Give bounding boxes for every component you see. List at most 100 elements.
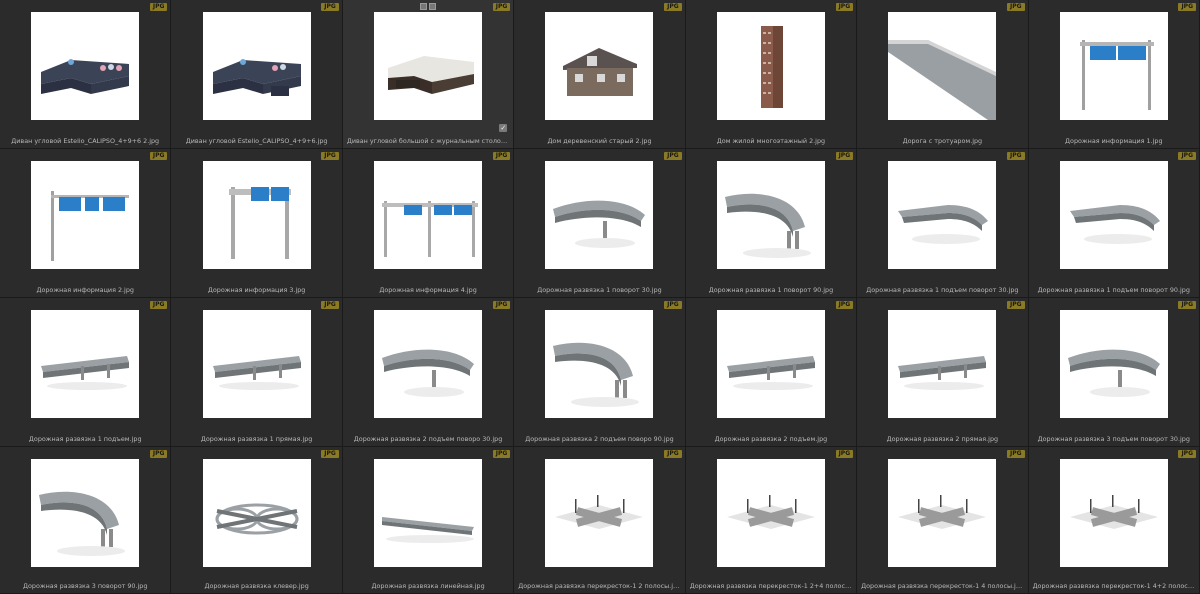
thumbnail-image[interactable] <box>202 161 311 269</box>
file-name-label: Диван угловой Estelio_CALIPSO_4+9+6.jpg <box>185 137 328 145</box>
file-type-badge: JPG <box>321 3 339 11</box>
file-name-label: Дорожная развязка 1 подъем поворот 90.jp… <box>1037 286 1190 294</box>
file-name-label: Дорожная развязка перекресток-1 4+2 поло… <box>1032 582 1199 590</box>
edit-icon[interactable] <box>429 3 437 10</box>
item-tools <box>420 3 437 10</box>
thumbnail-image[interactable] <box>31 161 140 269</box>
file-type-badge: JPG <box>1178 152 1196 160</box>
thumbnail-item[interactable]: JPG Дорожная информация 2.jpg <box>0 149 172 298</box>
thumbnail-item[interactable]: JPG Дорожная развязка линейная.jpg <box>342 447 515 594</box>
thumbnail-image[interactable] <box>374 459 483 567</box>
file-name-label: Дорожная развязка перекресток-1 2+4 поло… <box>689 582 857 590</box>
thumbnail-image[interactable] <box>31 12 140 120</box>
file-name-label: Дорожная развязка клевер.jpg <box>204 582 309 590</box>
thumbnail-image[interactable] <box>888 12 997 120</box>
thumbnail-item[interactable]: JPG Дорожная развязка 2 подъем.jpg <box>685 298 858 447</box>
thumbnail-image[interactable] <box>1059 12 1168 120</box>
thumbnail-item[interactable]: JPG Дорожная информация 4.jpg <box>342 149 515 298</box>
file-type-badge: JPG <box>149 3 168 11</box>
thumbnail-image[interactable] <box>716 161 825 269</box>
thumbnail-image[interactable] <box>202 459 311 567</box>
thumbnail-image[interactable] <box>1059 161 1168 269</box>
thumbnail-item[interactable]: JPG Диван угловой Estelio_CALIPSO_4+9+6 … <box>0 0 172 149</box>
thumbnail-item[interactable]: JPG Дорожная развязка 2 подъем поворо 30… <box>342 298 515 447</box>
thumbnail-item[interactable]: JPG Дорожная развязка 3 подъем поворот 3… <box>1028 298 1200 447</box>
thumbnail-image[interactable] <box>1059 459 1168 567</box>
file-type-badge: JPG <box>1178 3 1196 11</box>
file-name-label: Дом деревенский старый 2.jpg <box>547 137 652 145</box>
thumbnail-image[interactable] <box>374 12 483 120</box>
file-name-label: Дорога с тротуаром.jpg <box>902 137 983 145</box>
file-type-badge: JPG <box>321 450 339 458</box>
thumbnail-image[interactable] <box>888 459 997 567</box>
file-type-badge: JPG <box>492 301 511 309</box>
thumbnail-item[interactable]: JPG Дорожная развязка перекресток-1 2+4 … <box>685 447 858 594</box>
thumbnail-item[interactable]: JPG Дом деревенский старый 2.jpg <box>514 0 686 149</box>
thumbnail-item[interactable]: JPG Дорога с тротуаром.jpg <box>857 0 1029 149</box>
thumbnail-image[interactable] <box>545 459 654 567</box>
thumbnail-item[interactable]: JPG Дорожная развязка 1 прямая.jpg <box>171 298 343 447</box>
thumbnail-image[interactable] <box>202 310 311 418</box>
file-name-label: Дорожная развязка 1 подъем поворот 30.jp… <box>866 286 1019 294</box>
thumbnail-item[interactable]: JPG Дорожная развязка 1 подъем.jpg <box>0 298 172 447</box>
file-type-badge: JPG <box>1007 3 1025 11</box>
thumbnail-image[interactable] <box>374 161 483 269</box>
thumbnail-image[interactable] <box>374 310 483 418</box>
thumbnail-image[interactable] <box>545 161 654 269</box>
thumbnail-item[interactable]: JPG Дорожная развязка 1 поворот 90.jpg <box>685 149 858 298</box>
file-type-badge: JPG <box>1007 152 1025 160</box>
thumbnail-item[interactable]: JPG Дорожная развязка 1 подъем поворот 3… <box>857 149 1029 298</box>
file-type-badge: JPG <box>492 450 511 458</box>
checkmark-icon[interactable]: ✓ <box>499 124 508 132</box>
thumbnail-image[interactable] <box>888 310 997 418</box>
thumbnail-item[interactable]: JPG Дорожная развязка перекресток-1 4 по… <box>857 447 1029 594</box>
thumbnail-item[interactable]: JPG Диван угловой Estelio_CALIPSO_4+9+6.… <box>171 0 343 149</box>
file-name-label: Дорожная развязка 1 поворот 30.jpg <box>537 286 662 294</box>
file-name-label: Дорожная информация 4.jpg <box>379 286 477 294</box>
thumbnail-item[interactable]: JPG Дом жилой многоэтажный 2.jpg <box>685 0 858 149</box>
file-name-label: Дорожная развязка 1 прямая.jpg <box>200 435 313 443</box>
thumbnail-item[interactable]: JPG Дорожная развязка 1 поворот 30.jpg <box>514 149 686 298</box>
file-name-label: Дорожная развязка 1 подъем.jpg <box>28 435 142 443</box>
file-name-label: Дорожная развязка перекресток-1 2 полосы… <box>518 582 682 590</box>
thumbnail-item[interactable]: JPG Дорожная развязка клевер.jpg <box>171 447 343 594</box>
thumbnail-item[interactable]: JPG Дорожная информация 1.jpg <box>1028 0 1200 149</box>
thumbnail-image[interactable] <box>545 310 654 418</box>
file-name-label: Дорожная информация 3.jpg <box>207 286 306 294</box>
file-type-badge: JPG <box>149 450 168 458</box>
thumbnail-image[interactable] <box>888 161 997 269</box>
thumbnail-image[interactable] <box>545 12 654 120</box>
thumbnail-image[interactable] <box>716 310 825 418</box>
file-type-badge: JPG <box>664 152 682 160</box>
thumbnail-image[interactable] <box>716 459 825 567</box>
thumbnail-item[interactable]: JPG Дорожная развязка 2 прямая.jpg <box>857 298 1029 447</box>
thumbnail-item[interactable]: JPG Дорожная развязка перекресток-1 4+2 … <box>1028 447 1200 594</box>
thumbnail-item[interactable]: JPG ✓ Диван угловой большой с журнальным … <box>342 0 515 149</box>
thumbnail-image[interactable] <box>1059 310 1168 418</box>
thumbnail-image[interactable] <box>31 459 140 567</box>
file-type-badge: JPG <box>664 3 682 11</box>
file-type-badge: JPG <box>835 152 854 160</box>
thumbnail-image[interactable] <box>202 12 311 120</box>
file-name-label: Дорожная развязка 2 подъем поворо 30.jpg <box>353 435 503 443</box>
file-type-badge: JPG <box>321 152 339 160</box>
file-name-label: Дорожная развязка 2 подъем поворо 90.jpg <box>525 435 674 443</box>
file-name-label: Диван угловой Estelio_CALIPSO_4+9+6 2.jp… <box>11 137 160 145</box>
file-name-label: Дорожная развязка 2 прямая.jpg <box>886 435 999 443</box>
file-type-badge: JPG <box>835 301 854 309</box>
thumbnail-item[interactable]: JPG Дорожная развязка 1 подъем поворот 9… <box>1028 149 1200 298</box>
thumbnail-image[interactable] <box>716 12 825 120</box>
thumbnail-image[interactable] <box>31 310 140 418</box>
thumbnail-item[interactable]: JPG Дорожная информация 3.jpg <box>171 149 343 298</box>
file-type-badge: JPG <box>1178 301 1196 309</box>
file-type-badge: JPG <box>149 301 168 309</box>
thumbnail-item[interactable]: JPG Дорожная развязка перекресток-1 2 по… <box>514 447 686 594</box>
stack-icon[interactable] <box>420 3 428 10</box>
file-name-label: Дом жилой многоэтажный 2.jpg <box>716 137 826 145</box>
thumbnail-item[interactable]: JPG Дорожная развязка 2 подъем поворо 90… <box>514 298 686 447</box>
file-name-label: Дорожная развязка 2 подъем.jpg <box>714 435 828 443</box>
file-type-badge: JPG <box>149 152 168 160</box>
file-name-label: Дорожная развязка 1 поворот 90.jpg <box>708 286 834 294</box>
file-type-badge: JPG <box>835 450 854 458</box>
thumbnail-item[interactable]: JPG Дорожная развязка 3 поворот 90.jpg <box>0 447 172 594</box>
